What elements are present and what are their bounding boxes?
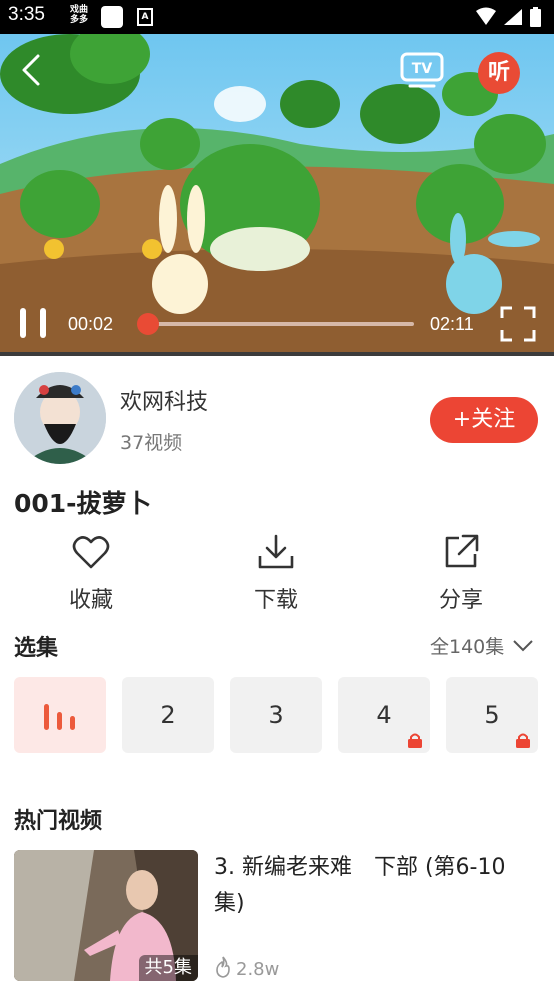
battery-icon [530, 9, 541, 27]
share-button[interactable]: 分享 [406, 532, 516, 614]
view-count: 2.8w [236, 959, 280, 980]
lock-icon [516, 733, 530, 748]
status-time: 3:35 [8, 4, 45, 25]
app-notification-icon: 戏曲 多多 [69, 5, 88, 25]
episode-label: 4 [376, 701, 392, 729]
episode-3[interactable]: 3 [230, 677, 322, 753]
episode-count-badge: 共5集 [138, 955, 198, 981]
author-video-count: 37视频 [120, 432, 183, 454]
download-button[interactable]: 下载 [221, 532, 331, 614]
episode-2[interactable]: 2 [122, 677, 214, 753]
video-player[interactable]: TV 听 00:02 02:11 [0, 34, 554, 356]
fullscreen-icon[interactable] [500, 306, 536, 342]
hot-video-views: 2.8w [214, 956, 279, 980]
lock-icon [408, 733, 422, 748]
hot-video-thumbnail[interactable]: 共5集 [14, 850, 198, 981]
listen-mode-button[interactable]: 听 [478, 52, 520, 94]
total-time: 02:11 [430, 314, 474, 334]
tv-cast-icon[interactable]: TV [400, 52, 444, 88]
favorite-label: 收藏 [68, 588, 113, 613]
system-status-icons [476, 7, 541, 27]
download-icon [258, 534, 294, 569]
episodes-title: 选集 [14, 636, 59, 661]
current-time: 00:02 [68, 314, 114, 334]
episode-label: 5 [484, 701, 500, 729]
favorite-button[interactable]: 收藏 [36, 532, 146, 614]
status-bar: 3:35 戏曲 多多 A [0, 0, 554, 34]
flame-icon [216, 956, 230, 978]
progress-knob[interactable] [137, 313, 160, 335]
a-notification-icon: A [137, 8, 153, 26]
episode-1-playing[interactable] [14, 677, 106, 753]
share-icon [445, 534, 479, 568]
heart-icon [72, 536, 110, 569]
episode-label: 2 [160, 701, 176, 729]
tv-label: TV [412, 61, 433, 77]
hot-videos-title: 热门视频 [14, 809, 103, 834]
follow-button[interactable]: +关注 [430, 397, 538, 443]
playing-bars-icon [44, 704, 75, 730]
episode-label: 3 [268, 701, 284, 729]
download-label: 下载 [253, 588, 298, 613]
share-label: 分享 [438, 588, 483, 613]
wifi-icon [476, 7, 496, 25]
episode-5[interactable]: 5 [446, 677, 538, 753]
video-frame [0, 34, 554, 356]
episode-4[interactable]: 4 [338, 677, 430, 753]
hot-video-title[interactable]: 3. 新编老来难 下部 (第6-10集) [214, 850, 534, 922]
progress-slider[interactable] [137, 313, 414, 335]
author-name[interactable]: 欢网科技 [120, 384, 208, 416]
video-title: 001-拔萝卜 [14, 489, 152, 518]
notification-square-icon [101, 6, 123, 28]
back-icon[interactable] [14, 52, 50, 88]
all-episodes-label: 全140集 [430, 636, 505, 658]
signal-icon [504, 9, 522, 25]
opera-face-avatar-icon [14, 372, 106, 464]
all-episodes-button[interactable]: 全140集 [430, 632, 534, 659]
author-avatar[interactable] [14, 372, 106, 464]
chevron-down-icon [513, 640, 534, 652]
pause-icon[interactable] [18, 306, 48, 340]
